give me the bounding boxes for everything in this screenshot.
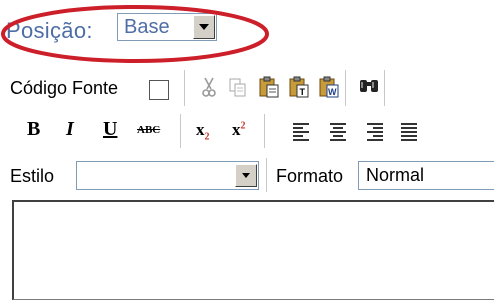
- toolbar-row-1: Código Fonte T W: [0, 66, 494, 110]
- align-right-icon[interactable]: [362, 118, 388, 144]
- align-center-icon[interactable]: [325, 118, 351, 144]
- source-code-label: Código Fonte: [10, 78, 119, 98]
- dropdown-arrow-icon[interactable]: [193, 15, 215, 39]
- source-code-checkbox[interactable]: [149, 80, 169, 100]
- align-justify-icon[interactable]: [396, 118, 422, 144]
- strikethrough-button[interactable]: ABC: [137, 124, 160, 136]
- subscript-button[interactable]: x2: [196, 120, 210, 142]
- editor-content-area[interactable]: [12, 200, 494, 300]
- toolbar-separator: [266, 158, 268, 192]
- paste-text-icon[interactable]: T: [286, 74, 312, 100]
- bold-button[interactable]: B: [27, 118, 40, 141]
- superscript-base: x: [232, 120, 241, 139]
- superscript-index: 2: [240, 120, 246, 132]
- position-selected-value: Base: [124, 16, 170, 38]
- superscript-button[interactable]: x2: [232, 120, 246, 140]
- position-row: Posição: Base: [0, 0, 494, 63]
- position-select[interactable]: Base: [117, 13, 217, 41]
- svg-text:W: W: [328, 87, 337, 97]
- style-select[interactable]: [76, 161, 259, 190]
- toolbar-separator: [184, 70, 186, 106]
- toolbar-row-3: Estilo Formato Normal: [0, 152, 494, 198]
- subscript-index: 2: [204, 131, 210, 143]
- subscript-base: x: [196, 120, 205, 139]
- toolbar-separator: [180, 114, 182, 148]
- paste-icon[interactable]: [256, 74, 282, 100]
- paste-word-icon[interactable]: W: [316, 74, 342, 100]
- toolbar-separator: [384, 70, 386, 106]
- toolbar-separator: [345, 70, 347, 106]
- format-selected-value: Normal: [366, 165, 425, 185]
- format-select[interactable]: Normal: [358, 161, 494, 190]
- position-label: Posição:: [6, 18, 93, 43]
- dropdown-arrow-icon[interactable]: [235, 164, 257, 187]
- underline-button[interactable]: U: [103, 118, 117, 141]
- copy-icon[interactable]: [225, 74, 251, 100]
- align-left-icon[interactable]: [288, 118, 314, 144]
- style-label: Estilo: [10, 166, 55, 186]
- cut-icon[interactable]: [196, 74, 222, 100]
- format-label: Formato: [276, 166, 344, 186]
- toolbar-row-2: B I U ABC x2 x2: [0, 110, 494, 152]
- find-icon[interactable]: [356, 74, 382, 100]
- svg-text:T: T: [300, 87, 306, 97]
- toolbar-separator: [264, 114, 266, 148]
- italic-button[interactable]: I: [66, 118, 74, 141]
